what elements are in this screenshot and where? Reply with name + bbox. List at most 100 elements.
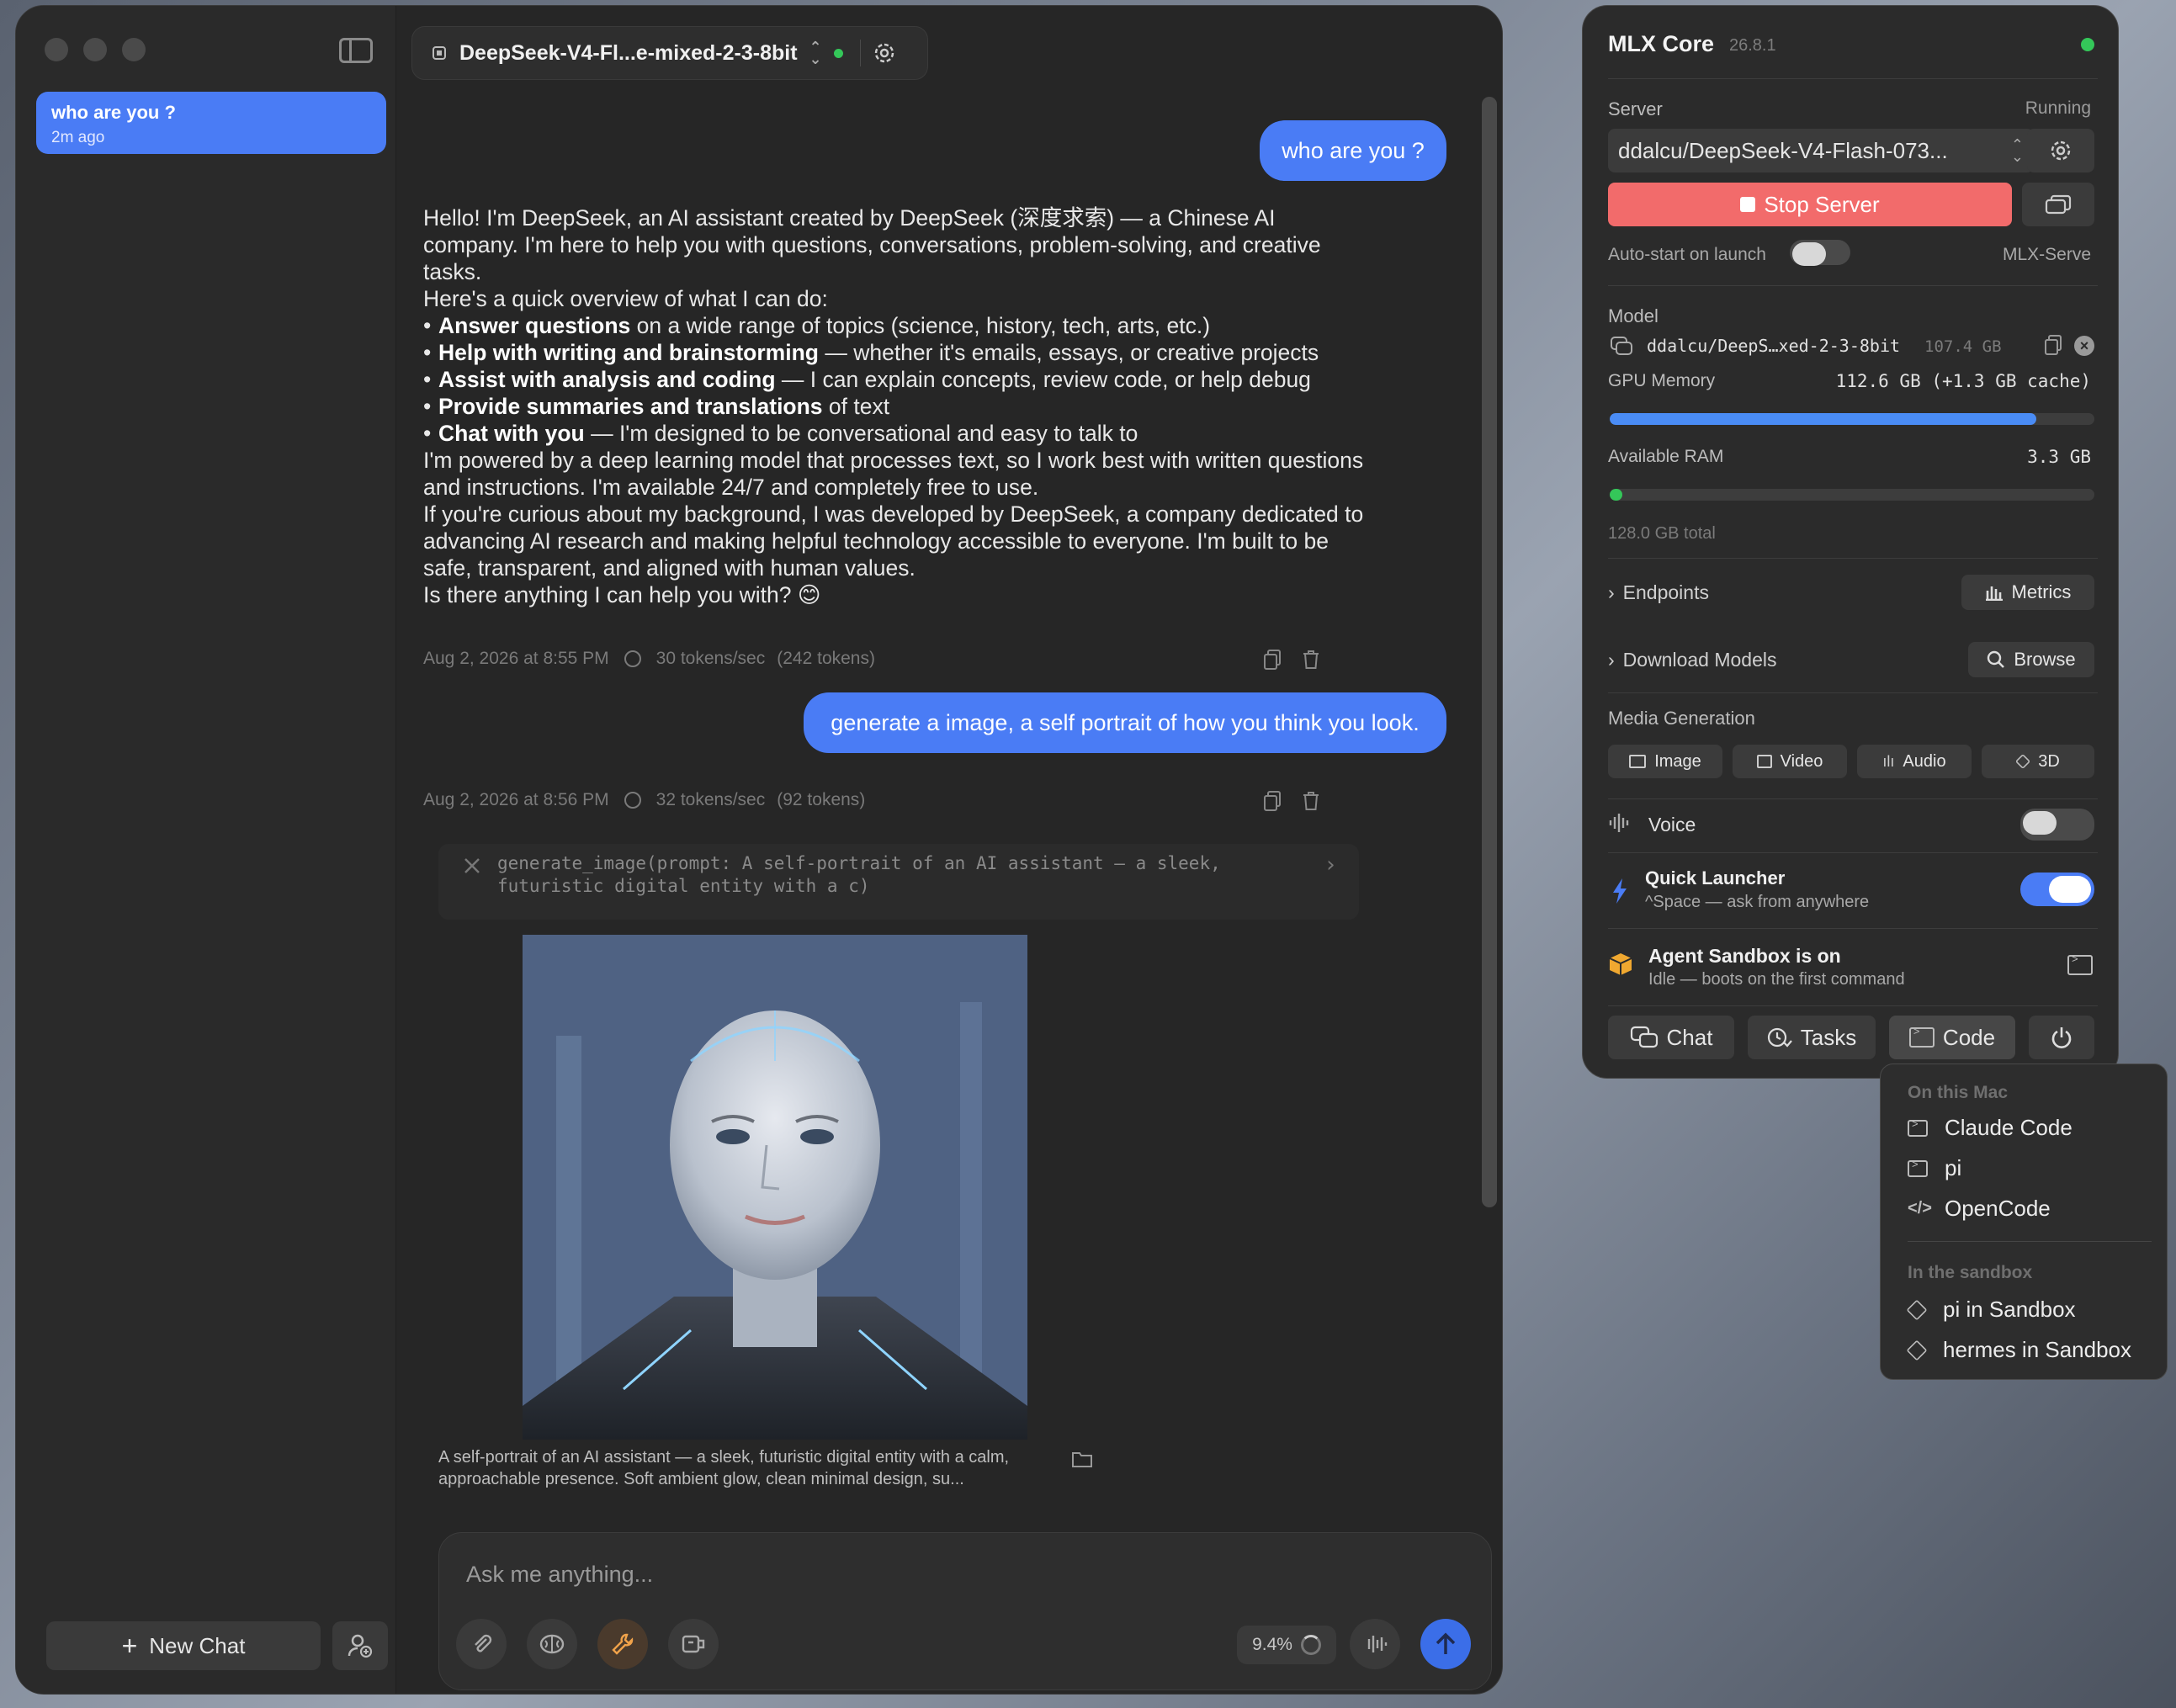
- close-window-button[interactable]: [45, 38, 68, 61]
- quick-launcher-subtitle: ^Space — ask from anywhere: [1645, 893, 1870, 911]
- unload-model-icon[interactable]: ×: [2074, 336, 2094, 356]
- stop-server-button[interactable]: Stop Server: [1608, 183, 2012, 226]
- status-dot: [833, 48, 843, 58]
- code-tab-button[interactable]: Code: [1889, 1016, 2015, 1059]
- loaded-model-name: ddalcu/DeepS…xed-2-3-8bit: [1647, 336, 1901, 356]
- server-backend: MLX-Serve: [2002, 245, 2091, 264]
- tasks-tab-button[interactable]: Tasks: [1748, 1016, 1876, 1059]
- autostart-toggle[interactable]: [1790, 240, 1850, 266]
- duplicate-window-button[interactable]: [2022, 183, 2094, 226]
- menu-item-label: Claude Code: [1945, 1115, 2073, 1140]
- assistant-message: Hello! I'm DeepSeek, an AI assistant cre…: [423, 204, 1366, 608]
- add-user-button[interactable]: [332, 1621, 388, 1670]
- model-size: 107.4 GB: [1924, 337, 2002, 356]
- token-count: (242 tokens): [777, 649, 875, 668]
- browse-label: Browse: [2014, 649, 2076, 670]
- power-icon: [2051, 1027, 2072, 1048]
- user-message: who are you ?: [1260, 120, 1446, 181]
- minimize-window-button[interactable]: [83, 38, 107, 61]
- brain-button[interactable]: [527, 1619, 577, 1669]
- gpu-memory-bar-fill: [1610, 413, 2036, 425]
- arrow-up-icon: [1436, 1632, 1456, 1654]
- token-count: (92 tokens): [777, 790, 866, 809]
- copy-icon[interactable]: [2044, 334, 2062, 356]
- bar-chart-icon: [1985, 586, 2003, 601]
- available-ram-label: Available RAM: [1608, 447, 1724, 466]
- search-icon: [1988, 650, 2005, 668]
- list-item: • Chat with you — I'm designed to be conv…: [423, 421, 1138, 446]
- code-menu: On this Mac Claude Code pi </> OpenCode …: [1880, 1064, 2168, 1380]
- gpu-memory-label: GPU Memory: [1608, 371, 1716, 390]
- agent-button[interactable]: [668, 1619, 719, 1669]
- media-image-button[interactable]: Image: [1608, 745, 1722, 778]
- trash-icon[interactable]: [1302, 649, 1320, 671]
- terminal-icon: [1908, 1025, 1935, 1048]
- media-video-button[interactable]: Video: [1733, 745, 1847, 778]
- windows-icon: [2045, 194, 2072, 215]
- list-item-text: — whether it's emails, essays, or creati…: [818, 340, 1319, 365]
- voice-toggle[interactable]: [2020, 809, 2094, 841]
- chat-input[interactable]: Ask me anything...: [466, 1562, 653, 1588]
- sidebar: who are you ? 2m ago + New Chat: [16, 6, 396, 1694]
- waveform-icon: [1367, 1636, 1388, 1652]
- attach-button[interactable]: [456, 1619, 507, 1669]
- folder-icon[interactable]: [1071, 1450, 1093, 1468]
- browse-button[interactable]: Browse: [1968, 642, 2094, 677]
- list-item-bold: Answer questions: [438, 313, 631, 338]
- brain-icon: [539, 1634, 565, 1654]
- download-models-disclosure[interactable]: › Download Models: [1608, 649, 1777, 671]
- list-item-text: of text: [822, 394, 890, 419]
- zoom-window-button[interactable]: [122, 38, 146, 61]
- menu-item-pi-sandbox[interactable]: pi in Sandbox: [1906, 1297, 2076, 1323]
- server-status: Running: [2025, 98, 2091, 118]
- tool-call-block[interactable]: generate_image(prompt: A self-portrait o…: [438, 844, 1359, 920]
- menu-item-opencode[interactable]: </> OpenCode: [1908, 1196, 2051, 1222]
- mlx-core-panel: MLX Core 26.8.1 Server Running ddalcu/De…: [1582, 5, 2119, 1079]
- scrollbar[interactable]: [1482, 97, 1497, 1207]
- ram-total: 128.0 GB total: [1608, 524, 1716, 543]
- endpoints-disclosure[interactable]: › Endpoints: [1608, 581, 1709, 604]
- package-icon: [1609, 953, 1632, 975]
- image-icon: [1629, 755, 1647, 768]
- model-name: DeepSeek-V4-Fl...e-mixed-2-3-8bit: [459, 40, 798, 65]
- tools-toggle-button[interactable]: [597, 1619, 648, 1669]
- chat-tab-button[interactable]: Chat: [1608, 1016, 1734, 1059]
- list-item: • Answer questions on a wide range of top…: [423, 313, 1211, 338]
- chevron-right-icon: ›: [1608, 581, 1615, 603]
- copy-icon[interactable]: [1263, 790, 1282, 812]
- gear-icon[interactable]: [873, 41, 896, 65]
- media-3d-button[interactable]: 3D: [1982, 745, 2094, 778]
- model-selector[interactable]: DeepSeek-V4-Fl...e-mixed-2-3-8bit ⌃ ⌄: [411, 26, 928, 80]
- new-chat-button[interactable]: + New Chat: [46, 1621, 321, 1670]
- copy-icon[interactable]: [1263, 649, 1282, 671]
- paperclip-icon: [475, 1634, 492, 1652]
- message-meta: Aug 2, 2026 at 8:56 PM 32 tokens/sec (92…: [423, 790, 865, 810]
- generated-image[interactable]: [523, 935, 1027, 1440]
- terminal-icon[interactable]: [2067, 952, 2093, 975]
- media-generation-label: Media Generation: [1608, 708, 1755, 729]
- voice-input-button[interactable]: [1350, 1619, 1400, 1669]
- quick-launcher-title: Quick Launcher: [1645, 867, 1786, 888]
- metrics-button[interactable]: Metrics: [1961, 575, 2094, 610]
- menu-item-claude-code[interactable]: Claude Code: [1908, 1115, 2073, 1141]
- power-button[interactable]: [2029, 1016, 2094, 1059]
- sidebar-toggle-icon[interactable]: [339, 38, 373, 63]
- media-audio-button[interactable]: ılı Audio: [1857, 745, 1972, 778]
- panel-title: MLX Core: [1608, 31, 1715, 56]
- quick-launcher-toggle[interactable]: [2020, 873, 2094, 906]
- server-model-select[interactable]: ddalcu/DeepSeek-V4-Flash-073... ⌃ ⌄: [1608, 129, 2034, 172]
- menu-item-pi[interactable]: pi: [1908, 1155, 1961, 1181]
- ram-bar: [1610, 489, 2094, 501]
- tools-icon: [464, 858, 480, 873]
- trash-icon[interactable]: [1302, 790, 1320, 812]
- server-settings-button[interactable]: [2027, 129, 2094, 172]
- chat-item-title: who are you ?: [51, 102, 176, 123]
- send-button[interactable]: [1420, 1619, 1471, 1669]
- chat-list-item[interactable]: who are you ? 2m ago: [36, 92, 386, 154]
- menu-item-hermes-sandbox[interactable]: hermes in Sandbox: [1906, 1337, 2131, 1363]
- autostart-label: Auto-start on launch: [1608, 245, 1766, 264]
- context-usage-indicator[interactable]: 9.4%: [1237, 1626, 1336, 1664]
- robot-portrait-image: [523, 935, 1027, 1440]
- gear-icon: [2051, 141, 2071, 161]
- list-item: • Assist with analysis and coding — I can…: [423, 367, 1311, 392]
